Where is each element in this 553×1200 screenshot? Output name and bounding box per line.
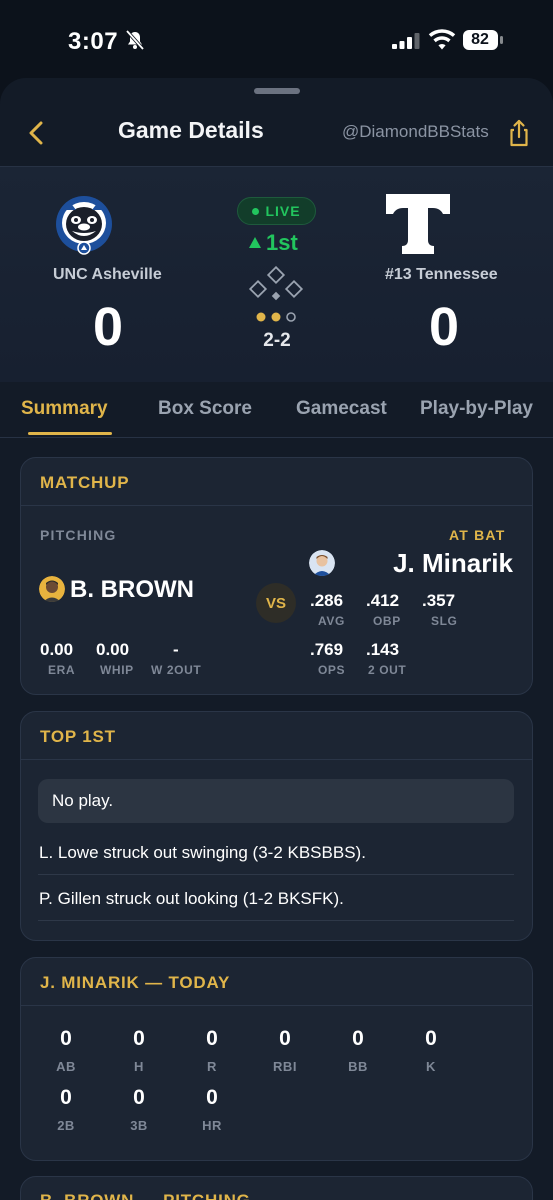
live-dot-icon xyxy=(252,207,260,215)
sheet-grabber[interactable] xyxy=(254,88,300,94)
pitcher-today-card: B. BROWN — PITCHING xyxy=(20,1176,533,1200)
batter-obp-value: .412 xyxy=(366,591,400,610)
pitcher-whip-label: WHIP xyxy=(100,663,134,677)
play-row-highlight[interactable]: No play. xyxy=(38,779,514,823)
pitcher-era-label: ERA xyxy=(48,663,76,677)
pitcher-w2out-value: - xyxy=(173,640,179,659)
tennessee-logo-icon xyxy=(386,194,450,254)
tab-play-by-play[interactable]: Play-by-Play xyxy=(420,398,533,420)
live-status-badge: LIVE xyxy=(237,197,316,225)
matchup-card-header: MATCHUP xyxy=(21,458,532,506)
back-chevron-icon[interactable] xyxy=(24,118,50,148)
play-text[interactable]: L. Lowe struck out swinging (3-2 KBSBBS)… xyxy=(39,843,366,863)
share-icon[interactable] xyxy=(506,118,532,148)
batter-obp-label: OBP xyxy=(373,614,401,628)
ball-strike-count: 2-2 xyxy=(263,330,291,351)
play-divider xyxy=(38,920,514,921)
pitcher-avatar[interactable] xyxy=(39,576,65,602)
signal-icon xyxy=(392,33,420,49)
top-first-card-header: TOP 1ST xyxy=(21,712,532,760)
today-2b-label: 2B xyxy=(57,1118,75,1133)
pitcher-name: B. BROWN xyxy=(70,576,194,603)
bases-diamond-icon xyxy=(248,266,304,301)
tab-box-score[interactable]: Box Score xyxy=(158,398,252,420)
status-time: 3:07 xyxy=(68,28,119,55)
pitcher-w2out-label: W 2OUT xyxy=(151,663,202,677)
batter-avg-value: .286 xyxy=(310,591,344,610)
batter-avg-label: AVG xyxy=(318,614,345,628)
pitcher-today-title: B. BROWN — PITCHING xyxy=(40,1191,251,1200)
outs-indicator-icon xyxy=(256,312,296,322)
live-label: LIVE xyxy=(265,203,301,219)
batter-slg-label: SLG xyxy=(431,614,458,628)
home-team-name: UNC Asheville xyxy=(53,266,162,283)
at-bat-label: AT BAT xyxy=(449,527,506,543)
account-handle: @DiamondBBStats xyxy=(342,122,489,141)
batter-2out-label: 2 OUT xyxy=(368,663,407,677)
matchup-title: MATCHUP xyxy=(40,473,130,492)
vs-badge: VS xyxy=(256,583,296,623)
today-h-label: H xyxy=(134,1059,144,1074)
batter-2out-value: .143 xyxy=(366,640,400,659)
today-r-label: R xyxy=(207,1059,217,1074)
top-first-title: TOP 1ST xyxy=(40,727,116,746)
today-h-value: 0 xyxy=(133,1027,145,1050)
batter-ops-value: .769 xyxy=(310,640,344,659)
today-hr-value: 0 xyxy=(206,1086,218,1109)
today-rbi-label: RBI xyxy=(273,1059,297,1074)
batter-today-card-header: J. MINARIK — TODAY xyxy=(21,958,532,1006)
pitching-label: PITCHING xyxy=(40,527,117,543)
today-ab-label: AB xyxy=(56,1059,76,1074)
bell-off-icon xyxy=(125,29,145,51)
wifi-icon xyxy=(428,29,456,50)
tab-gamecast[interactable]: Gamecast xyxy=(296,398,387,420)
pitcher-whip-value: 0.00 xyxy=(96,640,130,659)
batter-name: J. Minarik xyxy=(393,548,513,578)
today-r-value: 0 xyxy=(206,1027,218,1050)
today-k-value: 0 xyxy=(425,1027,437,1050)
page-title: Game Details xyxy=(118,117,264,143)
today-3b-label: 3B xyxy=(130,1118,148,1133)
tab-summary[interactable]: Summary xyxy=(21,398,108,420)
today-bb-label: BB xyxy=(348,1059,368,1074)
batter-today-title: J. MINARIK — TODAY xyxy=(40,973,231,992)
play-divider xyxy=(38,874,514,875)
inning-indicator: 1st xyxy=(248,230,298,256)
pitcher-era-value: 0.00 xyxy=(40,640,74,659)
today-2b-value: 0 xyxy=(60,1086,72,1109)
play-text: No play. xyxy=(52,791,114,810)
active-tab-indicator xyxy=(28,432,112,435)
bulldog-logo-icon xyxy=(56,196,112,255)
batter-ops-label: OPS xyxy=(318,663,346,677)
today-bb-value: 0 xyxy=(352,1027,364,1050)
batter-avatar[interactable] xyxy=(309,550,335,576)
batter-slg-value: .357 xyxy=(422,591,456,610)
battery-level: 82 xyxy=(471,31,489,48)
inning-label: 1st xyxy=(266,230,298,255)
today-3b-value: 0 xyxy=(133,1086,145,1109)
play-text[interactable]: P. Gillen struck out looking (1-2 BKSFK)… xyxy=(39,889,344,909)
away-team-name: #13 Tennessee xyxy=(385,266,498,283)
today-hr-label: HR xyxy=(202,1118,222,1133)
top-inning-arrow-icon xyxy=(249,237,261,248)
today-rbi-value: 0 xyxy=(279,1027,291,1050)
today-k-label: K xyxy=(426,1059,436,1074)
away-team-score: 0 xyxy=(428,297,460,357)
home-team-score: 0 xyxy=(92,297,124,357)
today-ab-value: 0 xyxy=(60,1027,72,1050)
